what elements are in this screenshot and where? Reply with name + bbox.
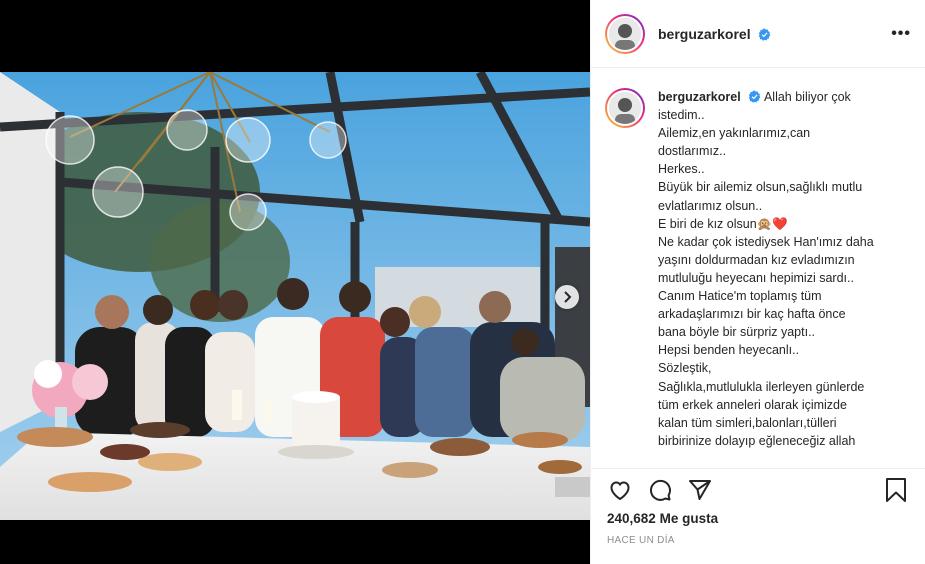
caption-line: bana böyle bir sürpriz yaptı.. [658,325,816,340]
verified-badge-icon [759,28,771,41]
caption-line: birbirinize dolayıp eğleneceğiz allah [658,433,856,448]
post-header: berguzarkorel ••• [591,0,925,68]
avatar[interactable] [605,13,645,54]
caption-line: Herkes.. [658,162,705,177]
header-username[interactable]: berguzarkorel [658,26,771,42]
likes-count[interactable]: 240,682 Me gusta [607,511,909,526]
caption-line: arkadaşlarımızı bir kaç hafta önce [658,307,846,322]
post-timestamp[interactable]: HACE UN DÍA [607,535,909,546]
caption-line: mutluluğu heyecanı hepimizi sardı.. [658,270,854,285]
caption-line: E biri de kız olsun🙊❤️ [658,216,788,231]
bookmark-icon [886,478,906,502]
caption-line: Büyük bir ailemiz olsun,sağlıklı mutlu [658,180,863,195]
paper-plane-icon [689,480,711,500]
post-media [0,0,590,564]
caption-first-line: berguzarkorel Allah biliyor çok [658,88,874,106]
caption-line: Allah biliyor çok [763,90,851,104]
caption-line: Sözleştik, [658,361,712,376]
verified-badge-icon [748,90,761,103]
heart-icon [610,481,630,501]
caption-text: berguzarkorel Allah biliyor çok istedim.… [658,88,874,468]
caption-area: berguzarkorel Allah biliyor çok istedim.… [591,68,925,468]
post-actions: 240,682 Me gusta HACE UN DÍA [591,468,925,564]
post-side-panel: berguzarkorel ••• berguzarkorel Allah bi… [590,0,925,564]
save-button[interactable] [883,477,909,503]
caption-line: evlatlarımız olsun.. [658,198,763,213]
caption-line: kalan tüm simleri,balonları,tülleri [658,415,837,430]
caption-line: Hepsi benden heyecanlı.. [658,343,800,358]
like-button[interactable] [607,477,633,503]
next-photo-button[interactable] [555,285,579,309]
action-bar [607,469,909,511]
instagram-post: berguzarkorel ••• berguzarkorel Allah bi… [0,0,925,564]
caption-line: Canım Hatice'm toplamış tüm [658,289,822,304]
caption-username[interactable]: berguzarkorel [658,90,741,104]
caption-avatar[interactable] [605,88,645,128]
caption-line: tüm erkek anneleri olarak içimizde [658,397,847,412]
more-options-button[interactable]: ••• [891,25,911,43]
caption-line: dostlarımız.. [658,144,727,159]
post-photo[interactable] [0,72,590,520]
comment-button[interactable] [647,477,673,503]
likes-number: 240,682 [607,511,656,526]
caption-line: Sağlıkla,mutlulukla ilerleyen günlerde [658,379,865,394]
share-button[interactable] [687,477,713,503]
caption-line: Ne kadar çok istediysek Han'ımız daha [658,234,874,249]
comment-icon [649,479,671,501]
caption-line: Ailemiz,en yakınlarımız,can [658,126,811,141]
caption-line: istedim.. [658,108,705,123]
header-username-text[interactable]: berguzarkorel [658,26,751,42]
likes-label: Me gusta [659,511,719,526]
chevron-right-icon [564,291,572,303]
caption-line: yaşını doldurmadan kız evladımızın [658,252,855,267]
